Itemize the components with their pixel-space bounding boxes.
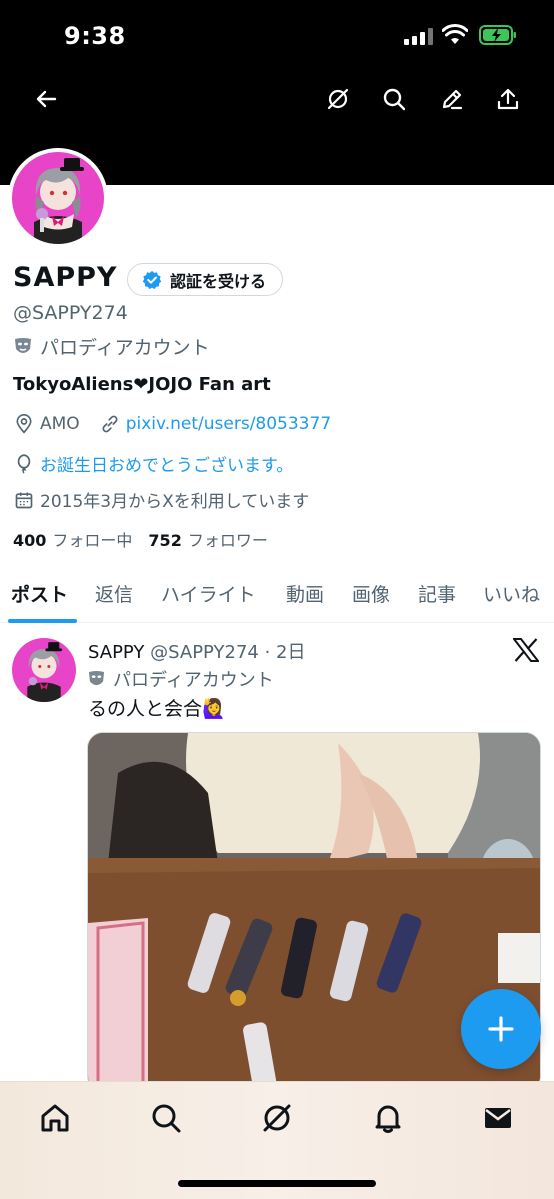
mask-icon [88, 670, 105, 685]
get-verified-label: 認証を受ける [170, 271, 267, 291]
birthday-text[interactable]: お誕生日おめでとうございます。 [40, 451, 293, 476]
compose-button[interactable] [461, 989, 541, 1069]
profile-bio: TokyoAliens❤JOJO Fan art [13, 374, 271, 395]
messages-icon[interactable] [480, 1100, 516, 1136]
profile-name: SAPPY [13, 262, 118, 293]
calendar-icon [14, 490, 34, 510]
verified-badge-icon [142, 270, 162, 289]
wifi-icon [442, 24, 468, 44]
balloon-icon [14, 453, 34, 474]
tab-likes[interactable]: いいね [483, 580, 540, 607]
follow-stats: 400 フォロー中 752 フォロワー [13, 527, 268, 551]
status-bar: 9:38 [0, 0, 554, 70]
profile-avatar[interactable] [8, 148, 108, 248]
parody-label: パロディアカウント [14, 333, 210, 360]
following-link[interactable]: 400 フォロー中 [13, 527, 132, 551]
mask-icon [15, 337, 31, 353]
location-text: AMO [40, 414, 80, 434]
search-icon[interactable] [377, 82, 411, 116]
location-icon [14, 414, 34, 434]
home-icon[interactable] [37, 1100, 73, 1136]
share-icon[interactable] [491, 82, 525, 116]
x-logo-icon [511, 638, 541, 666]
birthday-row: お誕生日おめでとうございます。 [14, 451, 293, 476]
profile-meta-row: AMO pixiv.net/users/8053377 [14, 414, 331, 434]
post-handle-time: @SAPPY274 · 2日 [150, 642, 306, 663]
joined-text: 2015年3月からXを利用しています [40, 492, 310, 512]
post-text: るの人と会合🙋‍♀️ [88, 698, 226, 720]
post-author-name[interactable]: SAPPY [88, 642, 144, 663]
parody-text: パロディアカウント [40, 337, 210, 359]
grok-icon[interactable] [321, 82, 355, 116]
following-count: 400 [13, 531, 47, 550]
followers-count: 752 [148, 531, 182, 550]
profile-link[interactable]: pixiv.net/users/8053377 [126, 414, 331, 434]
grok-nav-icon[interactable] [259, 1100, 295, 1136]
post-parody-text: パロディアカウント [113, 670, 274, 691]
back-icon[interactable] [29, 82, 63, 116]
post-avatar-image [12, 638, 76, 702]
avatar-image [12, 152, 104, 244]
tab-replies[interactable]: 返信 [95, 580, 133, 607]
post-parody-label: パロディアカウント [88, 666, 274, 692]
followers-label: フォロワー [187, 531, 268, 550]
tab-articles[interactable]: 記事 [418, 580, 456, 607]
tab-posts[interactable]: ポスト [11, 580, 68, 607]
tab-videos[interactable]: 動画 [286, 580, 324, 607]
profile-tabs: ポスト 返信 ハイライト 動画 画像 記事 いいね [0, 568, 554, 623]
get-verified-button[interactable]: 認証を受ける [127, 263, 284, 296]
joined-row: 2015年3月からXを利用しています [14, 487, 309, 512]
home-indicator [178, 1180, 376, 1187]
link-icon [100, 414, 120, 434]
active-tab-indicator [8, 619, 77, 623]
following-label: フォロー中 [52, 531, 133, 550]
status-time: 9:38 [64, 22, 126, 50]
post-header: SAPPY @SAPPY274 · 2日 [88, 638, 305, 664]
profile-handle: @SAPPY274 [13, 302, 128, 324]
tab-photos[interactable]: 画像 [352, 580, 390, 607]
compose-plus-icon [488, 1016, 514, 1042]
followers-link[interactable]: 752 フォロワー [148, 527, 267, 551]
post-avatar[interactable] [12, 638, 76, 702]
notifications-icon[interactable] [370, 1100, 406, 1136]
signal-icon [404, 28, 433, 45]
battery-icon [479, 25, 516, 45]
search-nav-icon[interactable] [148, 1100, 184, 1136]
tab-highlights[interactable]: ハイライト [161, 580, 256, 607]
edit-icon[interactable] [435, 82, 469, 116]
